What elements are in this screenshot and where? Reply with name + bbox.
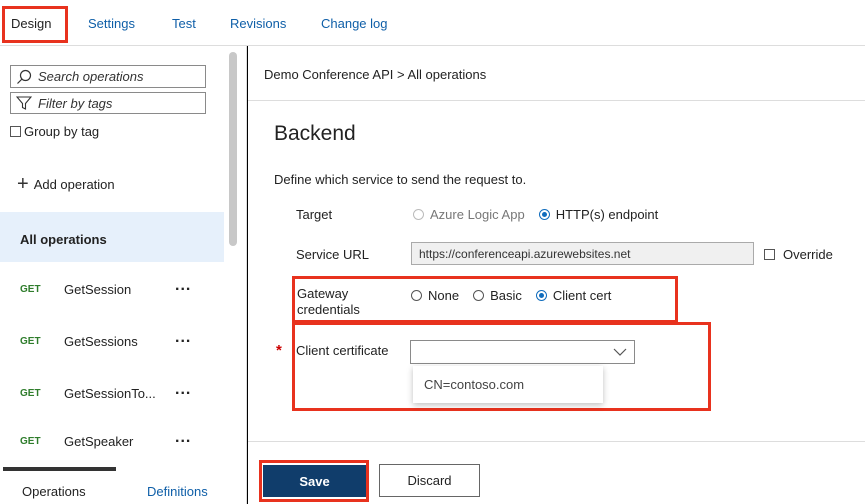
tab-design-highlight [2, 6, 68, 43]
gateway-label-line2: credentials [297, 302, 360, 317]
save-button-highlight [259, 460, 369, 502]
checkbox-box [10, 126, 21, 137]
tab-change-log[interactable]: Change log [321, 16, 388, 31]
target-option-logic-app[interactable]: Azure Logic App [413, 207, 525, 222]
gateway-option-none[interactable]: None [411, 288, 459, 303]
method-badge: GET [20, 435, 41, 447]
search-operations-input[interactable]: Search operations [10, 65, 206, 88]
override-label: Override [783, 247, 833, 262]
more-options-icon[interactable]: ... [175, 381, 191, 399]
operation-name: GetSession [64, 281, 132, 297]
gateway-label-line1: Gateway [297, 286, 349, 301]
operations-sidebar: Search operations Filter by tags Group b… [0, 46, 247, 504]
radio-selected-icon [535, 290, 547, 301]
page-description: Define which service to send the request… [274, 172, 527, 187]
operation-row[interactable]: GET GetSession ... [0, 277, 224, 299]
checkbox-box [764, 249, 775, 260]
service-url-input[interactable] [411, 242, 754, 265]
service-url-label: Service URL [296, 247, 369, 262]
certificate-dropdown-option[interactable]: CN=contoso.com [413, 366, 603, 403]
operation-row[interactable]: GET GetSessionTo... ... [0, 381, 224, 403]
client-certificate-select[interactable] [410, 340, 635, 364]
operation-name: GetSessions [64, 333, 138, 349]
more-options-icon[interactable]: ... [175, 429, 191, 447]
chevron-down-icon [613, 348, 627, 356]
override-checkbox[interactable]: Override [764, 247, 833, 262]
tab-operations[interactable]: Operations [22, 484, 86, 499]
method-badge: GET [20, 283, 41, 295]
gateway-option-client-cert[interactable]: Client cert [535, 288, 612, 303]
search-icon [17, 69, 32, 84]
more-options-icon[interactable]: ... [175, 329, 191, 347]
option-label: Azure Logic App [430, 207, 525, 222]
option-label: Client cert [552, 288, 612, 303]
gateway-option-basic[interactable]: Basic [473, 288, 522, 303]
filter-placeholder: Filter by tags [38, 95, 113, 111]
option-label: HTTP(s) endpoint [555, 207, 659, 222]
page-title: Backend [274, 122, 356, 145]
option-label: Basic [490, 288, 522, 303]
method-badge: GET [20, 387, 41, 399]
target-label: Target [296, 207, 333, 222]
required-marker: * [276, 342, 282, 359]
target-option-http-endpoint[interactable]: HTTP(s) endpoint [538, 207, 659, 222]
tab-test[interactable]: Test [172, 16, 196, 31]
search-placeholder: Search operations [38, 69, 144, 84]
filter-tags-input[interactable]: Filter by tags [10, 92, 206, 114]
header-divider [248, 100, 865, 101]
sidebar-scrollbar[interactable] [229, 52, 237, 246]
all-operations-item[interactable]: All operations [0, 212, 224, 262]
plus-icon: + [17, 173, 29, 195]
tab-settings[interactable]: Settings [88, 16, 135, 31]
tab-revisions[interactable]: Revisions [230, 16, 286, 31]
backend-panel: Demo Conference API > All operations Bac… [248, 46, 865, 504]
group-by-tag-label: Group by tag [24, 124, 100, 139]
gateway-credentials-label: Gateway credentials [297, 286, 360, 318]
footer-divider [248, 441, 865, 442]
top-tab-bar: Design Settings Test Revisions Change lo… [0, 0, 865, 46]
more-options-icon[interactable]: ... [175, 277, 191, 295]
add-operation-label: Add operation [33, 176, 115, 192]
active-tab-indicator [3, 467, 116, 471]
method-badge: GET [20, 335, 41, 347]
gateway-credentials-radio-group: None Basic Client cert [411, 288, 625, 303]
tab-definitions[interactable]: Definitions [147, 484, 208, 499]
discard-button[interactable]: Discard [379, 464, 480, 497]
radio-icon [411, 290, 422, 301]
option-label: None [428, 288, 460, 303]
add-operation-button[interactable]: + Add operation [17, 173, 115, 195]
radio-icon [413, 209, 424, 220]
target-radio-group: Azure Logic App HTTP(s) endpoint [413, 207, 672, 222]
radio-icon [473, 290, 485, 301]
breadcrumb: Demo Conference API > All operations [264, 67, 487, 82]
operation-name: GetSessionTo... [64, 385, 156, 401]
operation-row[interactable]: GET GetSessions ... [0, 329, 224, 351]
group-by-tag-checkbox[interactable]: Group by tag [10, 124, 99, 139]
radio-selected-icon [538, 209, 550, 220]
client-certificate-label: Client certificate [296, 343, 389, 358]
operation-row[interactable]: GET GetSpeaker ... [0, 429, 224, 451]
operation-name: GetSpeaker [64, 433, 134, 449]
filter-icon [16, 96, 32, 110]
